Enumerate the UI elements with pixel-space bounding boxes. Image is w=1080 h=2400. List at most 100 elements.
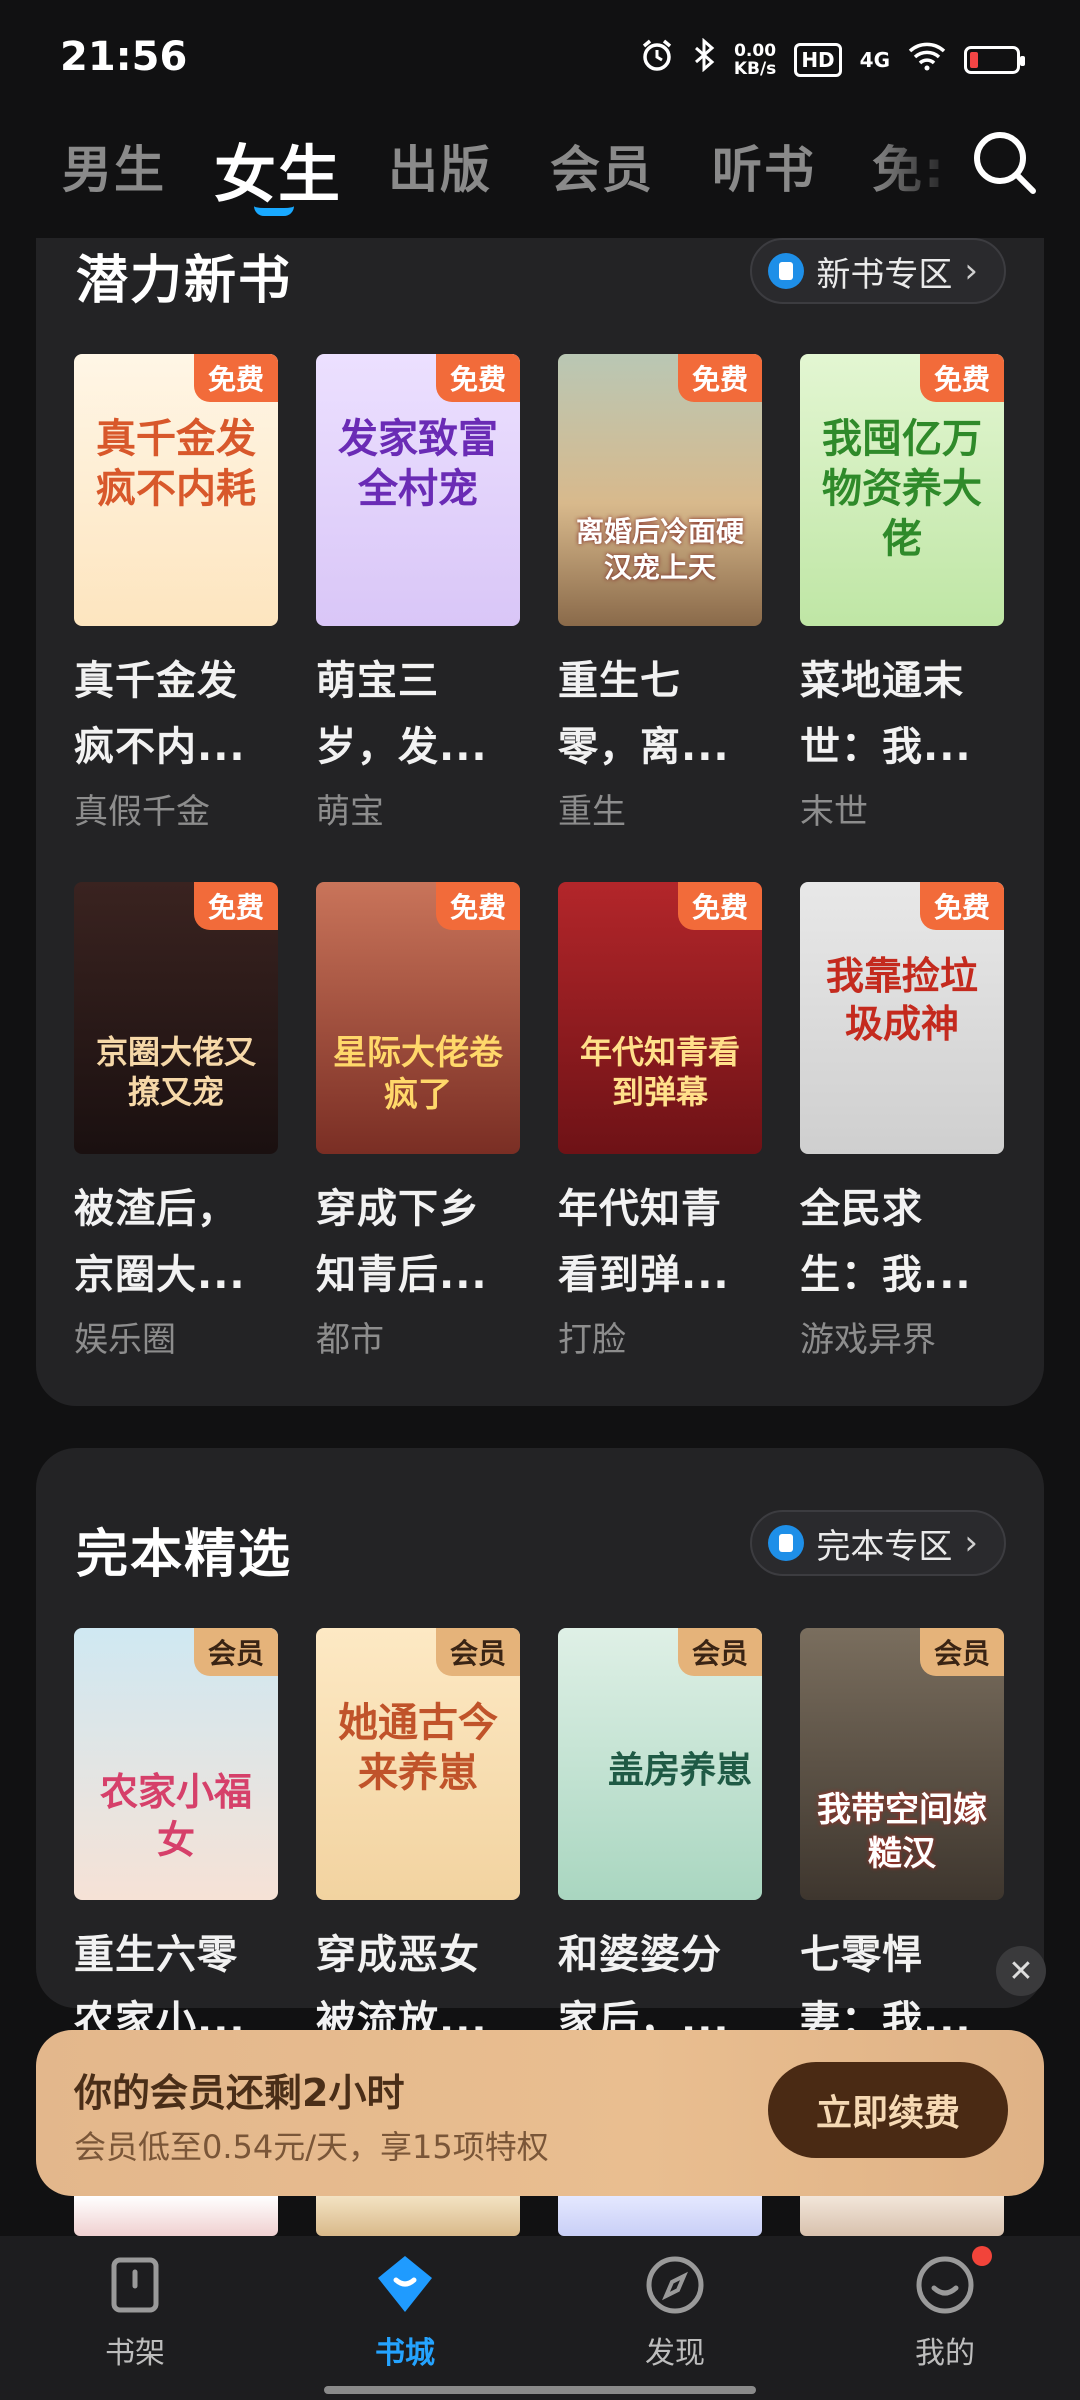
book-card[interactable]: 盖房养崽 会员 和婆婆分 家后，... <box>558 1628 762 2054</box>
book-tag: 萌宝 <box>316 792 384 832</box>
book-tag: 娱乐圈 <box>74 1320 176 1360</box>
nav-bookstore[interactable]: 书城 <box>325 2250 485 2372</box>
nav-discover[interactable]: 发现 <box>595 2250 755 2372</box>
active-tab-indicator <box>254 206 294 216</box>
bookshelf-icon <box>111 2257 159 2313</box>
book-cover[interactable]: 星际大佬卷疯了 免费 <box>316 882 520 1154</box>
book-title: 年代知青 看到弹... <box>558 1186 730 1298</box>
search-button[interactable] <box>970 128 1040 198</box>
book-cover[interactable]: 她通古今来养崽 会员 <box>316 1628 520 1900</box>
notification-dot <box>972 2246 992 2266</box>
book-cover[interactable]: 年代知青看到弹幕 免费 <box>558 882 762 1154</box>
new-book-zone-button[interactable]: 新书专区 › <box>750 238 1006 304</box>
search-icon <box>974 132 1036 194</box>
book-tag: 都市 <box>316 1320 384 1360</box>
book-card[interactable]: 发家致富全村宠 免费 萌宝三 岁，发... 萌宝 <box>316 354 520 833</box>
free-badge: 免费 <box>435 882 520 930</box>
home-indicator[interactable] <box>324 2386 756 2394</box>
book-card[interactable]: 年代知青看到弹幕 免费 年代知青 看到弹... 打脸 <box>558 882 762 1361</box>
free-badge: 免费 <box>919 882 1004 930</box>
book-card[interactable]: 真千金发疯不内耗 免费 真千金发 疯不内... 真假千金 <box>74 354 278 833</box>
completed-books-section: 完本精选 完本专区 › 农家小福女 会员 重生六零 农家小... 她通古今来养崽 … <box>36 1448 1044 2044</box>
free-badge: 免费 <box>919 354 1004 402</box>
tab-publishing[interactable]: 出版 <box>388 130 492 202</box>
book-card[interactable]: 京圈大佬又撩又宠 免费 被渣后， 京圈大... 娱乐圈 <box>74 882 278 1361</box>
book-tag: 打脸 <box>558 1320 626 1360</box>
book-card[interactable]: 我靠捡垃圾成神 免费 全民求 生：我... 游戏异界 <box>800 882 1004 1361</box>
compass-icon <box>646 2256 704 2314</box>
vip-renewal-banner[interactable]: 你的会员还剩2小时 会员低至0.54元/天，享15项特权 立即续费 <box>36 2030 1044 2196</box>
book-cover[interactable]: 离婚后冷面硬汉宠上天 免费 <box>558 354 762 626</box>
book-card[interactable]: 农家小福女 会员 重生六零 农家小... <box>74 1628 278 2054</box>
vip-badge: 会员 <box>193 1628 278 1676</box>
close-banner-button[interactable]: ✕ <box>996 1946 1046 1996</box>
book-title: 穿成下乡 知青后... <box>316 1186 488 1298</box>
chevron-right-icon: › <box>964 251 978 291</box>
vip-badge: 会员 <box>435 1628 520 1676</box>
book-card[interactable]: 她通古今来养崽 会员 穿成恶女 被流放... <box>316 1628 520 2054</box>
status-icons: 0.00 KB/s HD 4G <box>640 37 1025 81</box>
book-title: 被渣后， 京圈大... <box>74 1186 246 1298</box>
free-badge: 免费 <box>677 882 762 930</box>
book-cover-peek <box>800 2196 1004 2236</box>
new-books-section: 潜力新书 新书专区 › 真千金发疯不内耗 免费 真千金发 疯不内... 真假千金 … <box>36 238 1044 1406</box>
section-title: 潜力新书 <box>76 251 293 311</box>
status-time: 21:56 <box>60 34 188 80</box>
profile-icon <box>916 2256 974 2314</box>
bluetooth-icon <box>692 37 716 81</box>
tab-male[interactable]: 男生 <box>62 130 166 202</box>
book-tag: 真假千金 <box>74 792 210 832</box>
book-title: 真千金发 疯不内... <box>74 658 246 770</box>
category-tabs: 男生 女生 出版 会员 听书 免: <box>0 118 1080 238</box>
tab-female[interactable]: 女生 <box>214 124 342 214</box>
vip-badge: 会员 <box>919 1628 1004 1676</box>
book-cover[interactable]: 农家小福女 会员 <box>74 1628 278 1900</box>
signal-4g-icon: 4G <box>859 47 890 72</box>
net-speed: 0.00 KB/s <box>733 40 777 79</box>
wifi-icon <box>908 40 946 80</box>
hd-icon: HD <box>794 42 842 77</box>
book-cover[interactable]: 盖房养崽 会员 <box>558 1628 762 1900</box>
nav-bookshelf[interactable]: 书架 <box>55 2250 215 2372</box>
free-badge: 免费 <box>677 354 762 402</box>
completed-zone-button[interactable]: 完本专区 › <box>750 1510 1006 1576</box>
book-cover[interactable]: 我带空间嫁糙汉 会员 <box>800 1628 1004 1900</box>
nav-profile[interactable]: 我的 <box>865 2246 1025 2372</box>
free-badge: 免费 <box>435 354 520 402</box>
close-icon: ✕ <box>1008 1953 1034 1989</box>
renew-button[interactable]: 立即续费 <box>768 2062 1008 2158</box>
book-card[interactable]: 我带空间嫁糙汉 会员 七零悍 妻：我... <box>800 1628 1004 2054</box>
book-cover[interactable]: 真千金发疯不内耗 免费 <box>74 354 278 626</box>
vip-badge: 会员 <box>677 1628 762 1676</box>
book-cover[interactable]: 发家致富全村宠 免费 <box>316 354 520 626</box>
book-cover[interactable]: 我靠捡垃圾成神 免费 <box>800 882 1004 1154</box>
alarm-icon <box>640 38 674 81</box>
battery-icon <box>964 45 1025 74</box>
book-zone-icon <box>768 1525 805 1561</box>
book-cover[interactable]: 京圈大佬又撩又宠 免费 <box>74 882 278 1154</box>
vip-offer-text: 会员低至0.54元/天，享15项特权 <box>74 2128 549 2166</box>
book-cover-peek <box>316 2196 520 2236</box>
book-cover-peek <box>74 2196 278 2236</box>
book-tag: 重生 <box>558 792 626 832</box>
book-title: 重生七 零，离... <box>558 658 730 770</box>
book-tag: 末世 <box>800 792 868 832</box>
tab-member[interactable]: 会员 <box>550 130 654 202</box>
book-card[interactable]: 我囤亿万物资养大佬 免费 菜地通末 世：我... 末世 <box>800 354 1004 833</box>
status-bar: 21:56 0.00 KB/s HD 4G <box>0 0 1080 118</box>
book-cover[interactable]: 我囤亿万物资养大佬 免费 <box>800 354 1004 626</box>
book-card[interactable]: 离婚后冷面硬汉宠上天 免费 重生七 零，离... 重生 <box>558 354 762 833</box>
vip-remaining-text: 你的会员还剩2小时 <box>74 2071 405 2115</box>
book-card[interactable]: 星际大佬卷疯了 免费 穿成下乡 知青后... 都市 <box>316 882 520 1361</box>
chevron-right-icon: › <box>964 1523 978 1563</box>
book-cover-peek <box>558 2196 762 2236</box>
book-zone-icon <box>768 253 805 289</box>
free-badge: 免费 <box>193 354 278 402</box>
tab-audiobook[interactable]: 听书 <box>712 130 816 202</box>
bookstore-icon <box>378 2256 432 2312</box>
book-title: 菜地通末 世：我... <box>800 658 972 770</box>
book-title: 萌宝三 岁，发... <box>316 658 488 770</box>
book-tag: 游戏异界 <box>800 1320 936 1360</box>
free-badge: 免费 <box>193 882 278 930</box>
tab-fade <box>870 118 960 228</box>
